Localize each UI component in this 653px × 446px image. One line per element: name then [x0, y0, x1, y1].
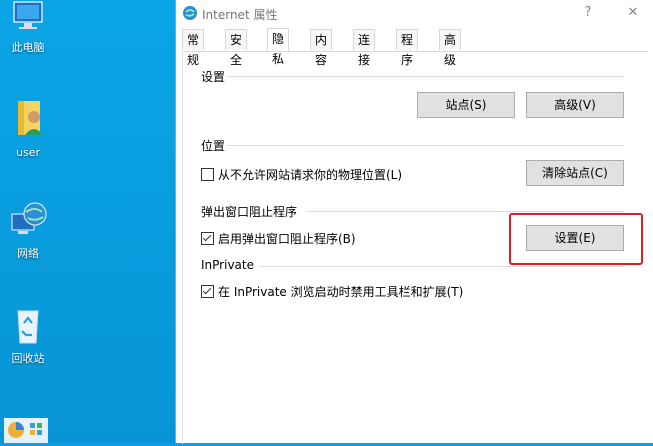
desktop-icon-label: 回收站	[11, 352, 45, 365]
control-panel-icon[interactable]	[4, 418, 48, 446]
desktop-icon-user[interactable]: user	[0, 97, 58, 159]
dialog-title: Internet 属性	[202, 8, 278, 22]
location-checkbox[interactable]: 从不允许网站请求你的物理位置(L)	[201, 166, 402, 183]
desktop: 此电脑 user 网络 回收站	[0, 0, 175, 443]
advanced-button[interactable]: 高级(V)	[526, 92, 624, 118]
divider	[307, 211, 624, 212]
location-checkbox-label: 从不允许网站请求你的物理位置(L)	[218, 168, 403, 182]
annotation-highlight-box	[509, 213, 643, 265]
desktop-icon-label: user	[16, 146, 40, 159]
tab-privacy[interactable]: 隐私	[267, 28, 290, 66]
settings-group-label: 设置	[201, 70, 226, 84]
popup-blocker-checkbox-label: 启用弹出窗口阻止程序(B)	[218, 232, 356, 246]
tab-advanced[interactable]: 高级	[439, 29, 462, 67]
checkbox-box[interactable]	[201, 285, 214, 298]
inprivate-group-label: InPrivate	[201, 258, 254, 272]
checkbox-box[interactable]	[201, 168, 214, 181]
internet-properties-dialog: Internet 属性 ? ✕ 常规 安全 隐私 内容 连接 程序 高级 设置 …	[175, 0, 653, 444]
close-button[interactable]: ✕	[618, 2, 648, 24]
privacy-tab-panel: 设置 站点(S) 高级(V) 位置 从不允许网站请求你的物理位置(L) 清除站点…	[182, 51, 648, 444]
popup-blocker-group-label: 弹出窗口阻止程序	[201, 205, 298, 219]
title-bar[interactable]: Internet 属性 ? ✕	[176, 0, 653, 28]
desktop-icon-label: 网络	[17, 247, 39, 260]
tab-security[interactable]: 安全	[225, 29, 248, 67]
checkbox-box[interactable]	[201, 232, 214, 245]
tab-general[interactable]: 常规	[182, 29, 205, 67]
network-globe-icon	[11, 202, 47, 234]
desktop-icon-network[interactable]: 网络	[0, 200, 58, 261]
divider	[227, 76, 624, 77]
tab-connections[interactable]: 连接	[353, 29, 376, 67]
inprivate-checkbox[interactable]: 在 InPrivate 浏览启动时禁用工具栏和扩展(T)	[201, 283, 463, 300]
monitor-icon	[13, 1, 43, 29]
help-button[interactable]: ?	[573, 2, 603, 24]
clear-sites-button[interactable]: 清除站点(C)	[526, 160, 624, 186]
recycle-bin-icon	[17, 310, 39, 344]
internet-options-icon	[183, 6, 197, 20]
tab-programs[interactable]: 程序	[396, 29, 419, 67]
divider	[227, 145, 624, 146]
divider	[259, 266, 624, 267]
desktop-icon-this-pc[interactable]: 此电脑	[0, 0, 58, 55]
sites-button[interactable]: 站点(S)	[417, 92, 515, 118]
popup-blocker-checkbox[interactable]: 启用弹出窗口阻止程序(B)	[201, 230, 356, 247]
tab-content[interactable]: 内容	[310, 29, 333, 67]
desktop-icon-label: 此电脑	[11, 41, 45, 54]
user-folder-icon	[18, 101, 43, 135]
inprivate-checkbox-label: 在 InPrivate 浏览启动时禁用工具栏和扩展(T)	[218, 285, 464, 299]
location-group-label: 位置	[201, 139, 226, 153]
desktop-icon-recycle-bin[interactable]: 回收站	[0, 305, 58, 366]
